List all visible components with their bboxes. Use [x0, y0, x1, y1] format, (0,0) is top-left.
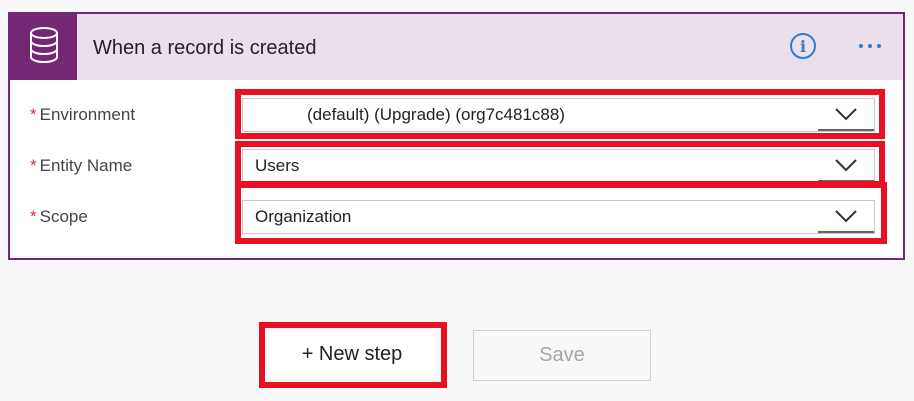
- save-button[interactable]: Save: [473, 330, 651, 381]
- connector-icon-box: [10, 14, 77, 80]
- chevron-down-icon[interactable]: [818, 99, 874, 131]
- required-mark: *: [30, 105, 37, 124]
- chevron-down-icon[interactable]: [818, 201, 874, 233]
- trigger-card-header[interactable]: When a record is created i: [10, 14, 903, 80]
- required-mark: *: [30, 156, 37, 175]
- ellipsis-icon: [877, 44, 881, 48]
- scope-dropdown[interactable]: Organization: [242, 200, 875, 234]
- trigger-card: When a record is created i * Environment …: [8, 12, 905, 260]
- ellipsis-icon: [868, 44, 872, 48]
- ellipsis-icon: [859, 44, 863, 48]
- required-mark: *: [30, 207, 37, 226]
- new-step-button[interactable]: + New step: [268, 331, 436, 377]
- entity-name-value: Users: [255, 156, 300, 175]
- info-icon[interactable]: i: [790, 33, 816, 59]
- chevron-down-icon[interactable]: [818, 150, 874, 182]
- entity-name-label: * Entity Name: [30, 156, 133, 175]
- environment-dropdown[interactable]: (default) (Upgrade) (org7c481c88): [242, 98, 875, 132]
- environment-label: * Environment: [30, 105, 136, 124]
- scope-label: * Scope: [30, 207, 88, 226]
- environment-value: (default) (Upgrade) (org7c481c88): [307, 105, 565, 124]
- entity-name-dropdown[interactable]: Users: [242, 149, 875, 183]
- database-icon: [27, 26, 61, 69]
- scope-value: Organization: [255, 207, 352, 226]
- more-options-button[interactable]: [850, 32, 890, 60]
- card-title: When a record is created: [93, 37, 317, 59]
